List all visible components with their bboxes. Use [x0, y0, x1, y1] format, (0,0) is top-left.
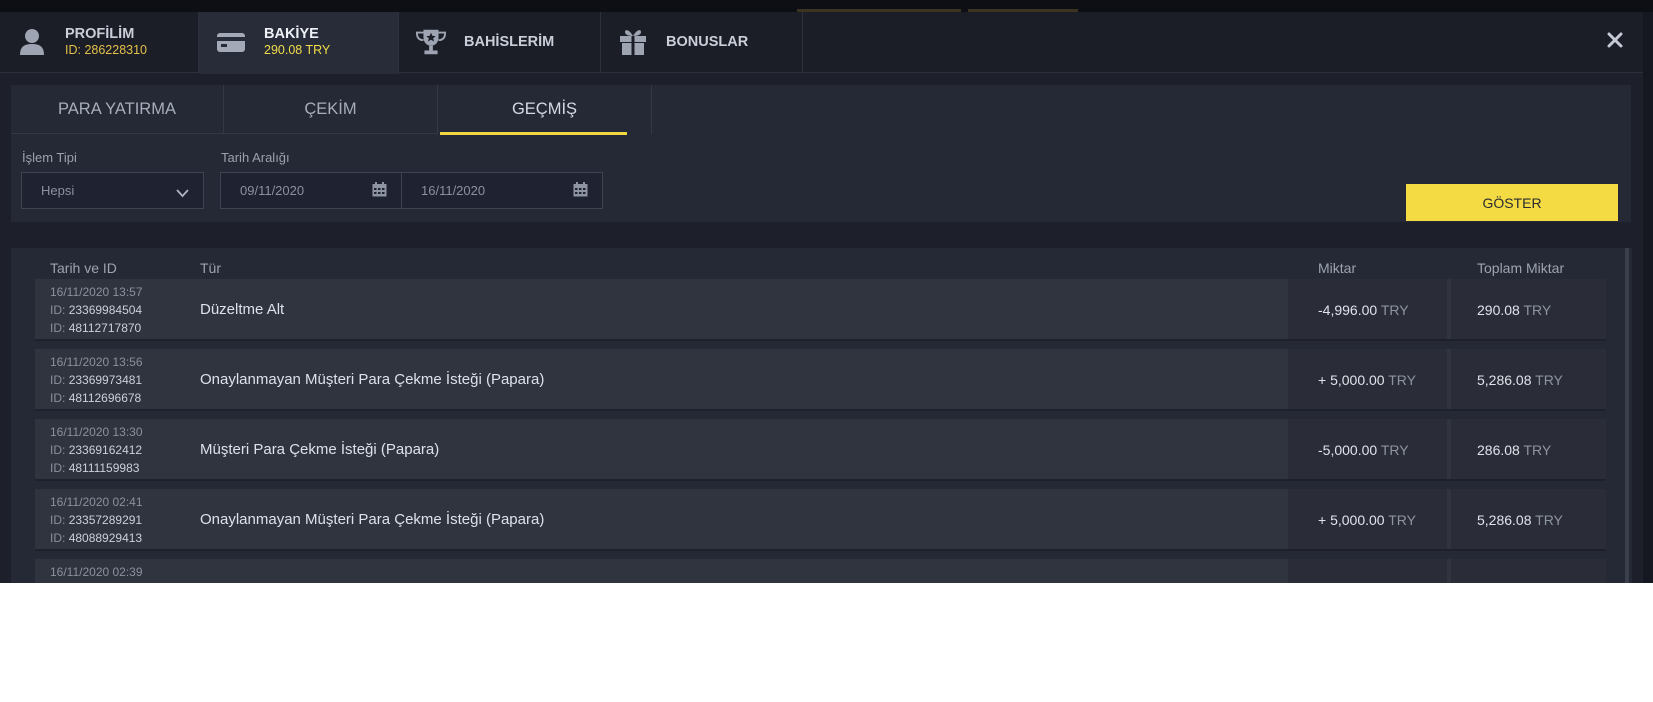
row-type: Düzeltme Alt	[200, 301, 285, 318]
col-header-total: Toplam Miktar	[1477, 260, 1565, 276]
tab-deposit[interactable]: PARA YATIRMA	[11, 85, 224, 134]
tab-balance[interactable]: BAKİYE 290.08 TRY	[199, 12, 399, 74]
row-id-2: ID: 48112696678	[50, 391, 142, 405]
table-row[interactable]: 16/11/2020 13:56 ID: 23369973481 ID: 481…	[35, 349, 1606, 411]
table-row[interactable]: 16/11/2020 02:39	[35, 559, 1606, 583]
date-from-input[interactable]: 09/11/2020	[220, 172, 402, 209]
top-strip	[0, 0, 1653, 12]
row-datetime: 16/11/2020 13:30	[50, 425, 143, 439]
user-icon	[16, 26, 48, 58]
tab-bonuses[interactable]: BONUSLAR	[601, 12, 803, 73]
row-datetime: 16/11/2020 02:39	[50, 565, 143, 579]
table-row[interactable]: 16/11/2020 02:41 ID: 23357289291 ID: 480…	[35, 489, 1606, 551]
row-total: 286.08 TRY	[1477, 442, 1552, 458]
date-range-label: Tarih Aralığı	[221, 150, 290, 165]
calendar-icon	[573, 182, 588, 200]
tab-profile-label: PROFİLİM	[65, 26, 135, 42]
modal-header: PROFİLİM ID: 286228310 BAKİYE 290.08 TRY…	[0, 12, 1643, 74]
table-scrollbar[interactable]	[1625, 248, 1629, 583]
row-amount: + 5,000.00 TRY	[1318, 512, 1416, 528]
row-id-2: ID: 48088929413	[50, 531, 143, 545]
account-modal-screen: PROFİLİM ID: 286228310 BAKİYE 290.08 TRY…	[0, 0, 1653, 583]
date-from-value: 09/11/2020	[240, 183, 305, 198]
transaction-type-value: Hepsi	[41, 183, 75, 198]
date-to-input[interactable]: 16/11/2020	[401, 172, 603, 209]
row-amount: + 5,000.00 TRY	[1318, 372, 1416, 388]
table-row[interactable]: 16/11/2020 13:30 ID: 23369162412 ID: 481…	[35, 419, 1606, 481]
row-id-1: ID: 23369162412	[50, 443, 143, 457]
transaction-type-select[interactable]: Hepsi	[21, 172, 204, 209]
transaction-type-label: İşlem Tipi	[22, 150, 77, 165]
row-total: 290.08 TRY	[1477, 302, 1552, 318]
account-modal: PROFİLİM ID: 286228310 BAKİYE 290.08 TRY…	[0, 12, 1643, 583]
row-id-1: ID: 23369984504	[50, 303, 143, 317]
row-type: Onaylanmayan Müşteri Para Çekme İsteği (…	[200, 511, 545, 528]
row-total: 5,286.08 TRY	[1477, 512, 1563, 528]
tab-bonuses-label: BONUSLAR	[666, 34, 749, 50]
date-to-value: 16/11/2020	[421, 183, 486, 198]
trophy-icon	[415, 26, 447, 58]
tab-profile[interactable]: PROFİLİM ID: 286228310	[0, 12, 199, 73]
close-icon[interactable]	[1603, 28, 1627, 52]
col-header-type: Tür	[200, 260, 221, 276]
row-id-2: ID: 48111159983	[50, 461, 140, 475]
tab-withdraw[interactable]: ÇEKİM	[224, 85, 438, 134]
row-type: Müşteri Para Çekme İsteği (Papara)	[200, 441, 440, 458]
tab-my-bets[interactable]: BAHİSLERİM	[399, 12, 601, 73]
row-datetime: 16/11/2020 13:56	[50, 355, 143, 369]
row-amount: -5,000.00 TRY	[1318, 442, 1409, 458]
table-row[interactable]: 16/11/2020 13:57 ID: 23369984504 ID: 481…	[35, 279, 1606, 341]
col-header-date-id: Tarih ve ID	[50, 260, 117, 276]
balance-value: 290.08 TRY	[264, 43, 331, 57]
row-datetime: 16/11/2020 13:57	[50, 285, 143, 299]
wallet-icon	[215, 26, 247, 58]
active-tab-indicator	[440, 132, 627, 135]
show-button[interactable]: GÖSTER	[1406, 184, 1618, 221]
row-datetime: 16/11/2020 02:41	[50, 495, 143, 509]
tab-balance-label: BAKİYE	[264, 26, 319, 42]
row-total: 5,286.08 TRY	[1477, 372, 1563, 388]
tab-history[interactable]: GEÇMİŞ	[438, 85, 652, 134]
chevron-down-icon	[176, 186, 189, 201]
row-id-1: ID: 23369973481	[50, 373, 143, 387]
row-amount: -4,996.00 TRY	[1318, 302, 1409, 318]
calendar-icon	[372, 182, 387, 200]
gift-icon	[617, 26, 649, 58]
row-id-2: ID: 48112717870	[50, 321, 142, 335]
tab-my-bets-label: BAHİSLERİM	[464, 34, 555, 50]
col-header-amount: Miktar	[1318, 260, 1357, 276]
profile-id: ID: 286228310	[65, 43, 148, 57]
row-id-1: ID: 23357289291	[50, 513, 143, 527]
row-type: Onaylanmayan Müşteri Para Çekme İsteği (…	[200, 371, 545, 388]
